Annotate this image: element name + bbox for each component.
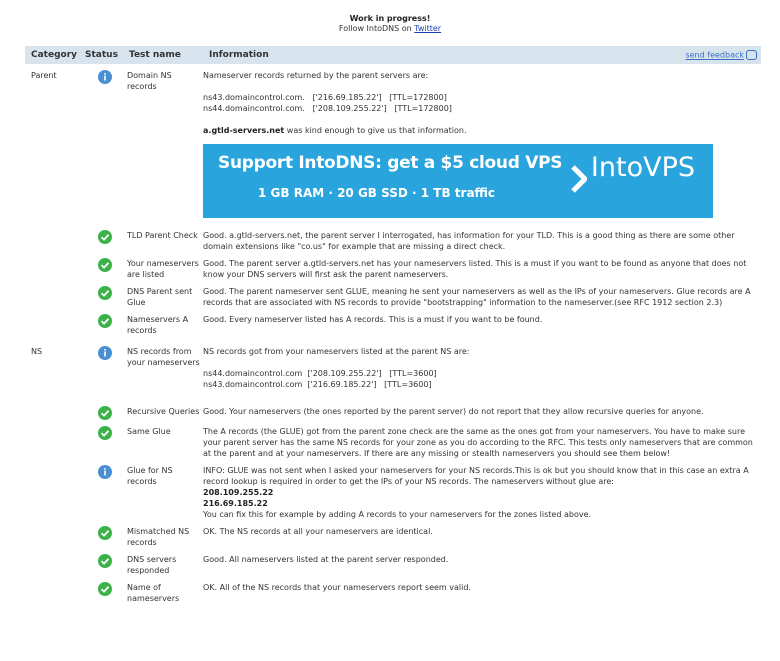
ip-address: 216.69.185.22 [203, 499, 268, 508]
test-info: Good. a.gtld-servers.net, the parent ser… [203, 231, 735, 251]
check-icon [98, 582, 112, 596]
test-name: DNS servers responded [127, 555, 177, 575]
gtld-server: a.gtld-servers.net [203, 126, 285, 135]
info-intro: Nameserver records returned by the paren… [203, 71, 429, 80]
test-info: OK. All of the NS records that your name… [203, 583, 471, 592]
test-info: OK. The NS records at all your nameserve… [203, 527, 433, 536]
table-row: Name of nameservers OK. All of the NS re… [25, 582, 761, 604]
follow-line: Follow IntoDNS on Twitter [0, 24, 780, 34]
ns-record: ns44.domaincontrol.com. ['208.109.255.22… [203, 104, 452, 113]
intovps-ad-banner[interactable]: Support IntoDNS: get a $5 cloud VPS 1 GB… [203, 144, 713, 218]
col-test-name: Test name [127, 46, 203, 64]
test-name: Glue for NS records [127, 466, 173, 486]
table-row: Nameservers A records Good. Every namese… [25, 314, 761, 336]
test-name: Recursive Queries [127, 407, 200, 416]
ns-record: ns43.domaincontrol.com. ['216.69.185.22'… [203, 93, 447, 102]
ip-address: 208.109.255.22 [203, 488, 274, 497]
check-icon [98, 258, 112, 272]
test-name: NS records from your nameservers [127, 347, 200, 367]
table-row: Your nameservers are listed Good. The pa… [25, 258, 761, 280]
speech-bubble-icon [746, 50, 757, 60]
info-icon [98, 465, 112, 479]
glue-info: INFO: GLUE was not sent when I asked you… [203, 466, 749, 486]
test-name: Mismatched NS records [127, 527, 190, 547]
test-name: Name of nameservers [127, 583, 180, 603]
test-info: Good. The parent nameserver sent GLUE, m… [203, 287, 751, 307]
follow-text: Follow IntoDNS on [338, 24, 412, 33]
table-row: Mismatched NS records OK. The NS records… [25, 526, 761, 548]
info-icon [98, 70, 112, 84]
test-name: Your nameservers are listed [127, 259, 199, 279]
test-info: Good. Every nameserver listed has A reco… [203, 315, 543, 324]
ad-headline: Support IntoDNS: get a $5 cloud VPS [218, 153, 563, 173]
test-name: DNS Parent sent Glue [127, 287, 193, 307]
test-name: Nameservers A records [127, 315, 189, 335]
test-info: Good. Your nameservers (the ones reporte… [203, 407, 704, 416]
col-information: Information send feedback [203, 46, 761, 64]
table-row: Parent Domain NS records Nameserver reco… [25, 70, 761, 230]
test-info: Good. All nameservers listed at the pare… [203, 555, 449, 564]
intovps-logo: IntoVPS [590, 152, 695, 183]
twitter-link[interactable]: Twitter [414, 24, 441, 33]
page-header: Work in progress! Follow IntoDNS on Twit… [0, 0, 780, 34]
table-header: Category Status Test name Information se… [25, 46, 761, 64]
test-info: Good. The parent server a.gtld-servers.n… [203, 259, 747, 279]
test-name: TLD Parent Check [127, 231, 198, 240]
ad-specs: 1 GB RAM · 20 GB SSD · 1 TB traffic [258, 186, 496, 200]
test-info: Nameserver records returned by the paren… [203, 70, 761, 230]
test-name: Domain NS records [127, 71, 172, 91]
info-icon [98, 346, 112, 360]
gtld-line: a.gtld-servers.net was kind enough to gi… [203, 125, 757, 136]
work-in-progress-title: Work in progress! [349, 14, 431, 23]
results-table: Category Status Test name Information se… [25, 46, 761, 604]
test-info: NS records got from your nameservers lis… [203, 346, 761, 390]
check-icon [98, 230, 112, 244]
check-icon [98, 406, 112, 420]
table-row: Recursive Queries Good. Your nameservers… [25, 406, 761, 420]
table-row: Same Glue The A records (the GLUE) got f… [25, 426, 761, 459]
ns-record: ns43.domaincontrol.com ['216.69.185.22']… [203, 380, 432, 389]
check-icon [98, 314, 112, 328]
check-icon [98, 554, 112, 568]
ns-record: ns44.domaincontrol.com ['208.109.255.22'… [203, 369, 437, 378]
send-feedback-link[interactable]: send feedback [685, 51, 744, 60]
table-row: NS NS records from your nameservers NS r… [25, 346, 761, 390]
col-status: Status [83, 46, 127, 64]
col-category: Category [25, 46, 83, 64]
info-intro: NS records got from your nameservers lis… [203, 347, 470, 356]
col-information-label: Information [209, 50, 269, 60]
category-parent: Parent [31, 71, 57, 80]
check-icon [98, 426, 112, 440]
table-row: Glue for NS records INFO: GLUE was not s… [25, 465, 761, 520]
table-row: TLD Parent Check Good. a.gtld-servers.ne… [25, 230, 761, 252]
test-name: Same Glue [127, 427, 171, 436]
table-row: DNS servers responded Good. All nameserv… [25, 554, 761, 576]
check-icon [98, 286, 112, 300]
category-ns: NS [31, 347, 43, 356]
glue-fix: You can fix this for example by adding A… [203, 510, 592, 519]
intovps-chevron-icon [571, 165, 587, 193]
test-info: The A records (the GLUE) got from the pa… [203, 427, 753, 458]
table-row: DNS Parent sent Glue Good. The parent na… [25, 286, 761, 308]
test-info: INFO: GLUE was not sent when I asked you… [203, 465, 761, 520]
check-icon [98, 526, 112, 540]
gtld-rest: was kind enough to give us that informat… [284, 126, 467, 135]
